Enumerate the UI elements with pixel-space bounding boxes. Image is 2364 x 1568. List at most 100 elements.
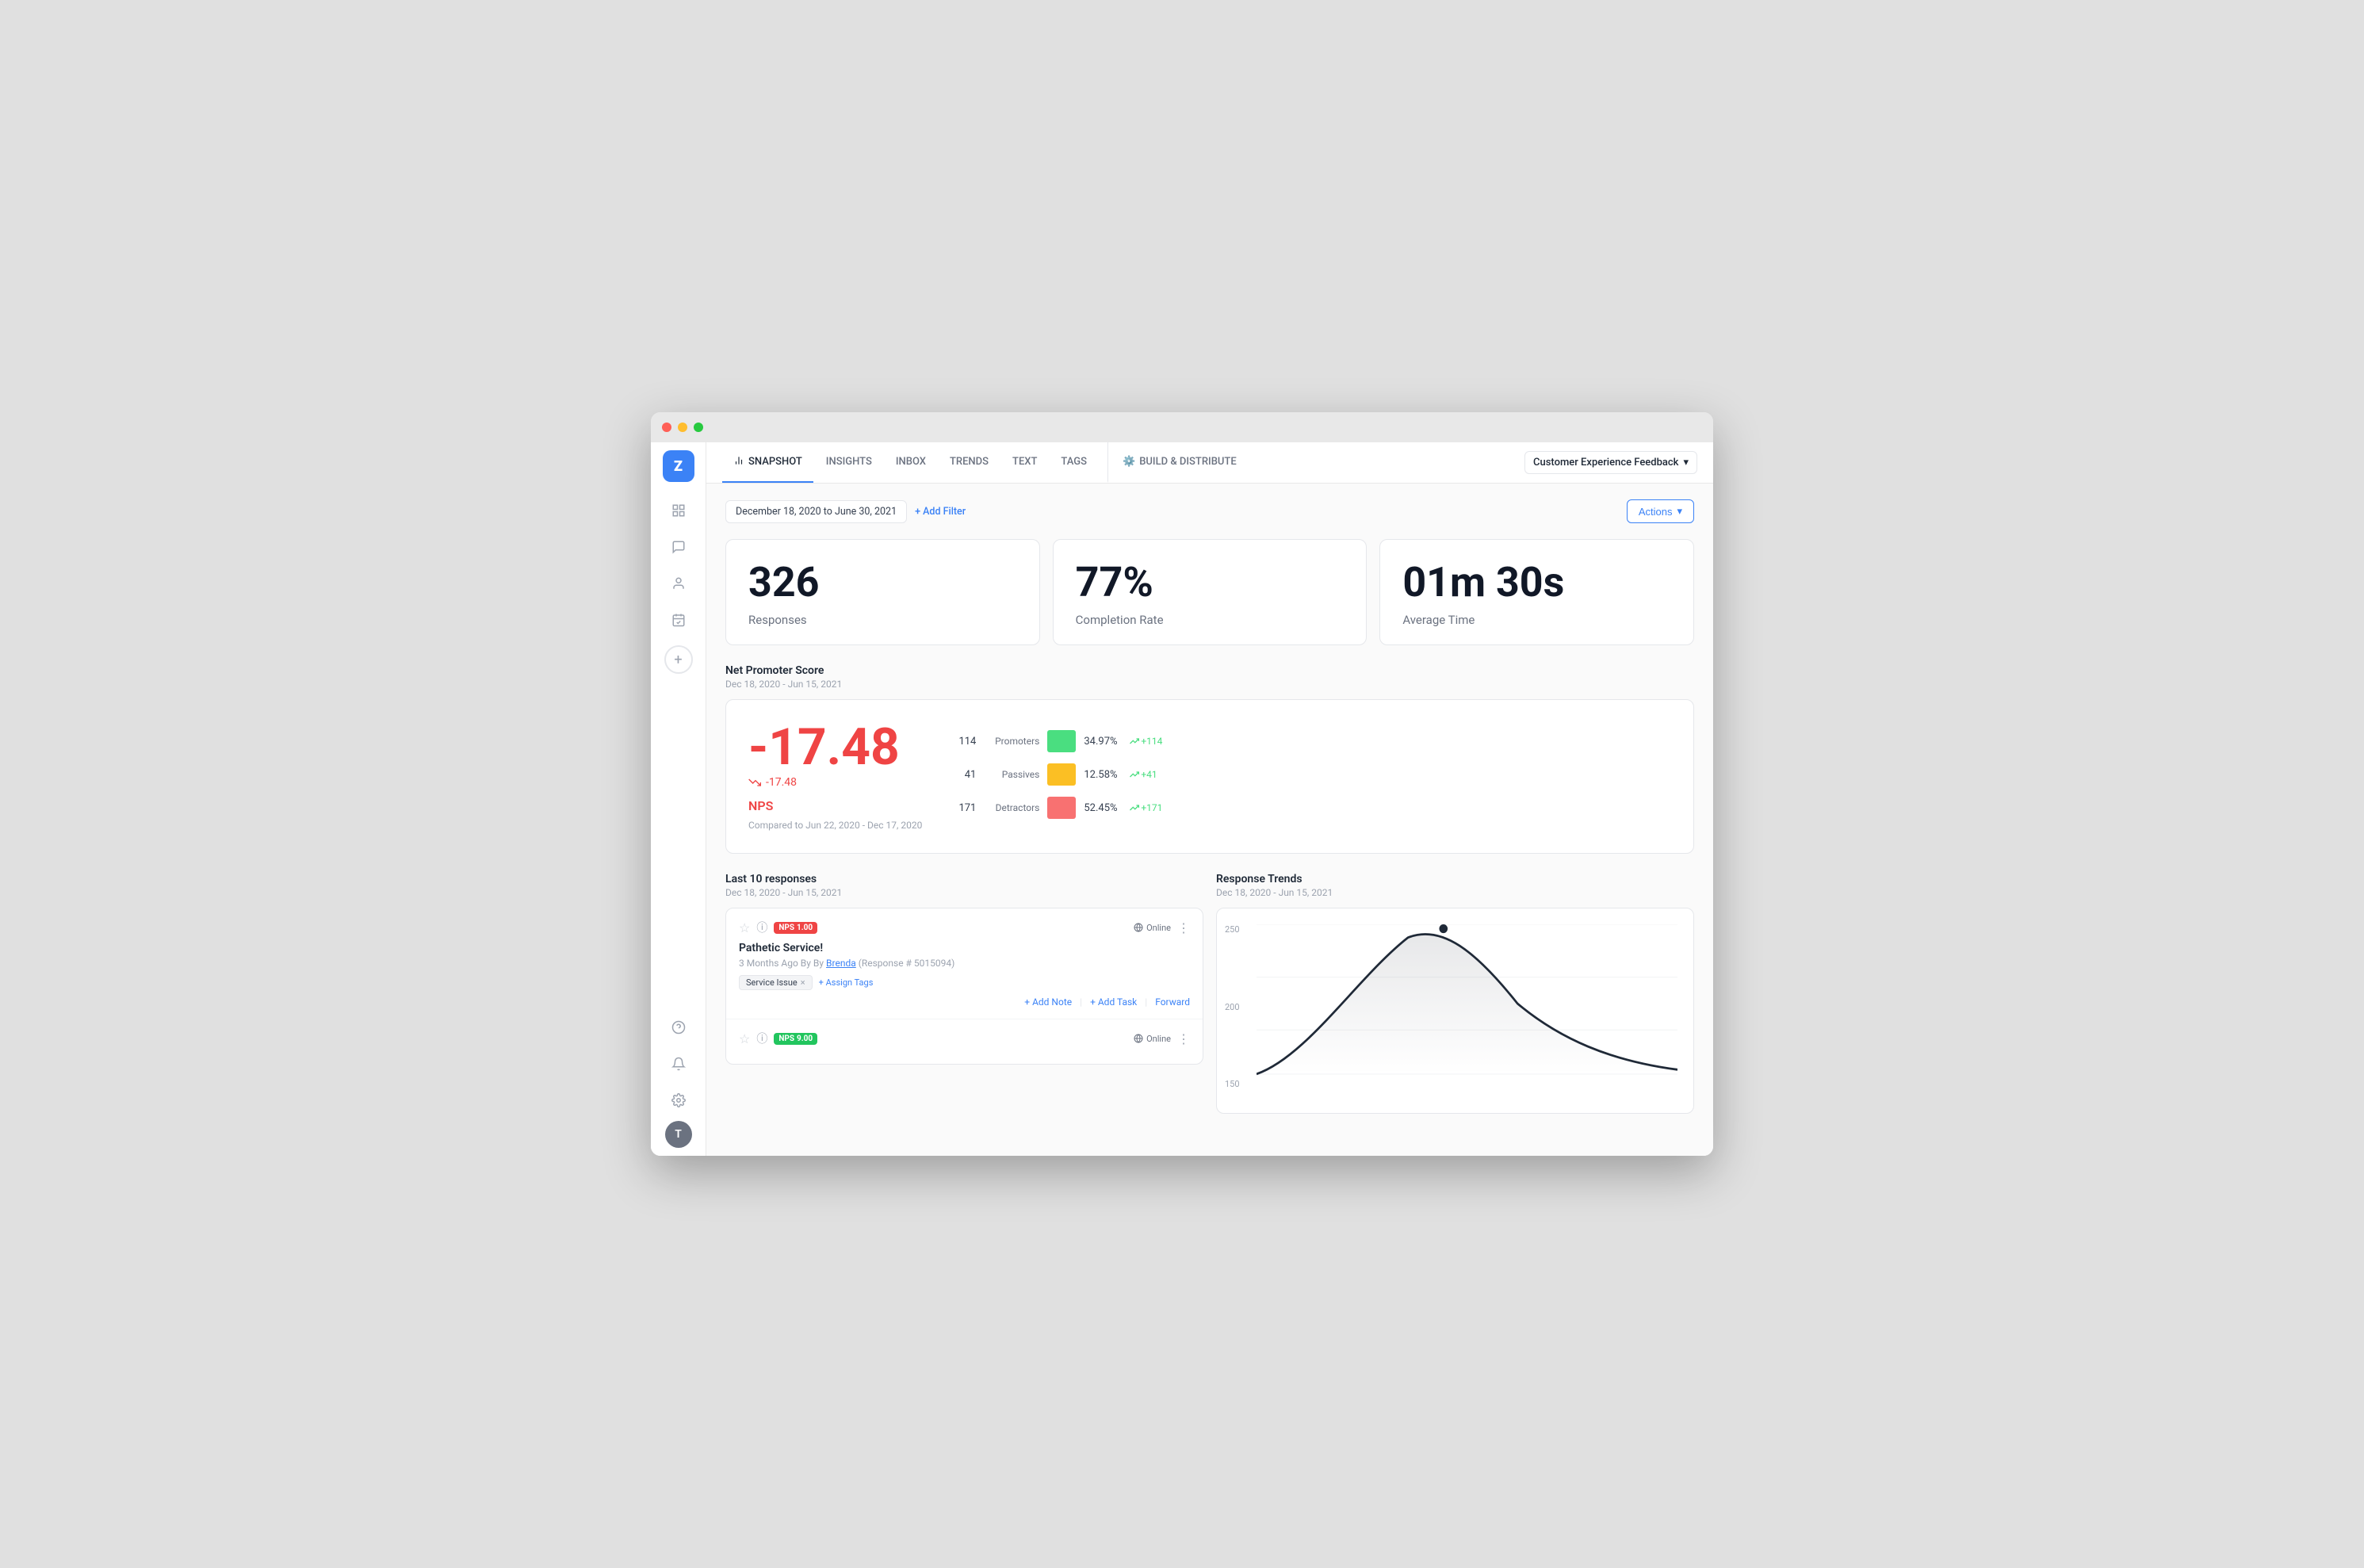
detractors-pct: 52.45% [1084, 802, 1122, 814]
time-number: 01m 30s [1402, 562, 1671, 603]
response-header-2: ☆ ⓘ NPS 9.00 [739, 1031, 1190, 1046]
response-author-1[interactable]: Brenda [826, 958, 856, 969]
build-icon: ⚙️ [1123, 456, 1135, 468]
actions-button[interactable]: Actions ▾ [1627, 499, 1694, 523]
response-header-right-2: Online ⋮ [1134, 1031, 1190, 1046]
add-button[interactable]: + [664, 645, 693, 674]
trends-section: Response Trends Dec 18, 2020 - Jun 15, 2… [1216, 873, 1694, 1114]
filter-bar: December 18, 2020 to June 30, 2021 + Add… [725, 499, 1694, 523]
online-badge-2: Online [1134, 1034, 1171, 1044]
add-note-button[interactable]: + Add Note [1024, 996, 1072, 1008]
chevron-down-icon: ▾ [1683, 457, 1689, 468]
info-icon[interactable]: ⓘ [756, 920, 767, 935]
logo[interactable]: Z [663, 450, 694, 482]
tab-text[interactable]: TEXT [1001, 442, 1048, 483]
stat-completion: 77% Completion Rate [1053, 539, 1368, 645]
passives-label: Passives [984, 769, 1039, 780]
minimize-button[interactable] [678, 423, 687, 432]
nps-detractors-row: 171 Detractors 52.45% +171 [954, 797, 1671, 819]
sidebar-item-help[interactable] [663, 1012, 694, 1043]
response-item-2: ☆ ⓘ NPS 9.00 [726, 1019, 1203, 1064]
sidebar-item-task[interactable] [663, 604, 694, 636]
detractors-count: 171 [954, 802, 976, 814]
response-item-1: ☆ ⓘ NPS 1.00 [726, 908, 1203, 1019]
passives-count: 41 [954, 769, 976, 781]
date-range-badge[interactable]: December 18, 2020 to June 30, 2021 [725, 500, 907, 523]
responses-title: Last 10 responses [725, 873, 1203, 885]
sidebar-item-bell[interactable] [663, 1048, 694, 1080]
time-label: Average Time [1402, 613, 1671, 627]
tag-remove-icon[interactable]: × [801, 977, 805, 988]
assign-tag-button[interactable]: + Assign Tags [819, 977, 874, 988]
response-meta-1: 3 Months Ago By By Brenda (Response # 50… [739, 958, 1190, 969]
nps-score: -17.48 [748, 722, 922, 773]
add-task-button[interactable]: + Add Task [1090, 996, 1137, 1008]
tab-build[interactable]: ⚙️ BUILD & DISTRIBUTE [1107, 442, 1248, 483]
user-avatar[interactable]: T [665, 1121, 692, 1148]
response-header-right-1: Online ⋮ [1134, 920, 1190, 935]
responses-subtitle: Dec 18, 2020 - Jun 15, 2021 [725, 887, 1203, 898]
responses-label: Responses [748, 613, 1017, 627]
star-icon[interactable]: ☆ [739, 920, 750, 935]
close-button[interactable] [662, 423, 671, 432]
tag-service-issue: Service Issue × [739, 975, 813, 990]
tab-insights[interactable]: INSIGHTS [815, 442, 883, 483]
tab-inbox[interactable]: INBOX [885, 442, 937, 483]
sidebar-item-chat[interactable] [663, 531, 694, 563]
nps-right: 114 Promoters 34.97% +114 [954, 722, 1671, 819]
chevron-down-icon: ▾ [1677, 505, 1682, 518]
sidebar-item-person[interactable] [663, 568, 694, 599]
responses-container: ☆ ⓘ NPS 1.00 [725, 908, 1203, 1065]
chart-y-labels: 250 200 150 [1225, 924, 1240, 1089]
nps-left: -17.48 -17.48 NPS Compared to Jun 22, 20… [748, 722, 922, 831]
responses-number: 326 [748, 562, 1017, 603]
survey-selector[interactable]: Customer Experience Feedback ▾ [1524, 451, 1697, 474]
content-area: December 18, 2020 to June 30, 2021 + Add… [706, 484, 1713, 1156]
passives-change: +41 [1130, 769, 1157, 780]
maximize-button[interactable] [694, 423, 703, 432]
more-icon-1[interactable]: ⋮ [1177, 920, 1190, 935]
nps-title: Net Promoter Score [725, 664, 1694, 677]
more-icon-2[interactable]: ⋮ [1177, 1031, 1190, 1046]
nps-badge-1: NPS 1.00 [774, 922, 817, 934]
responses-section: Last 10 responses Dec 18, 2020 - Jun 15,… [725, 873, 1203, 1114]
tab-tags[interactable]: TAGS [1050, 442, 1098, 483]
response-header-1: ☆ ⓘ NPS 1.00 [739, 920, 1190, 935]
nps-card: -17.48 -17.48 NPS Compared to Jun 22, 20… [725, 699, 1694, 854]
nps-compare: Compared to Jun 22, 2020 - Dec 17, 2020 [748, 820, 922, 831]
detractors-label: Detractors [984, 802, 1039, 813]
titlebar [651, 412, 1713, 442]
stats-row: 326 Responses 77% Completion Rate 01m 30… [725, 539, 1694, 645]
app-window: Z [651, 412, 1713, 1156]
trends-chart: 250 200 150 [1216, 908, 1694, 1114]
completion-label: Completion Rate [1076, 613, 1345, 627]
info-icon-2[interactable]: ⓘ [756, 1031, 767, 1046]
sidebar-item-grid[interactable] [663, 495, 694, 526]
snapshot-icon [733, 455, 744, 469]
tab-trends[interactable]: TRENDS [939, 442, 1000, 483]
promoters-bar [1047, 730, 1076, 752]
trend-chart-svg [1257, 924, 1677, 1083]
nps-badge-2: NPS 9.00 [774, 1033, 817, 1045]
sidebar-item-settings[interactable] [663, 1084, 694, 1116]
promoters-pct: 34.97% [1084, 736, 1122, 748]
main-content: SNAPSHOT INSIGHTS INBOX TRENDS TEXT [706, 442, 1713, 1156]
stat-time: 01m 30s Average Time [1379, 539, 1694, 645]
trends-title: Response Trends [1216, 873, 1694, 885]
forward-button[interactable]: Forward [1155, 996, 1190, 1008]
nps-label: NPS [748, 798, 922, 813]
response-title-1: Pathetic Service! [739, 942, 1190, 954]
response-header-left-1: ☆ ⓘ NPS 1.00 [739, 920, 817, 935]
nps-trend: -17.48 [748, 776, 922, 789]
tab-snapshot[interactable]: SNAPSHOT [722, 442, 813, 483]
star-icon-2[interactable]: ☆ [739, 1031, 750, 1046]
top-nav: SNAPSHOT INSIGHTS INBOX TRENDS TEXT [706, 442, 1713, 484]
response-actions-1: + Add Note | + Add Task | Forward [739, 996, 1190, 1008]
tag-row-1: Service Issue × + Assign Tags [739, 975, 1190, 990]
promoters-change: +114 [1130, 736, 1162, 747]
response-header-left-2: ☆ ⓘ NPS 9.00 [739, 1031, 817, 1046]
add-filter-button[interactable]: + Add Filter [915, 506, 966, 518]
nps-section: Net Promoter Score Dec 18, 2020 - Jun 15… [725, 664, 1694, 854]
passives-pct: 12.58% [1084, 769, 1122, 781]
trends-subtitle: Dec 18, 2020 - Jun 15, 2021 [1216, 887, 1694, 898]
